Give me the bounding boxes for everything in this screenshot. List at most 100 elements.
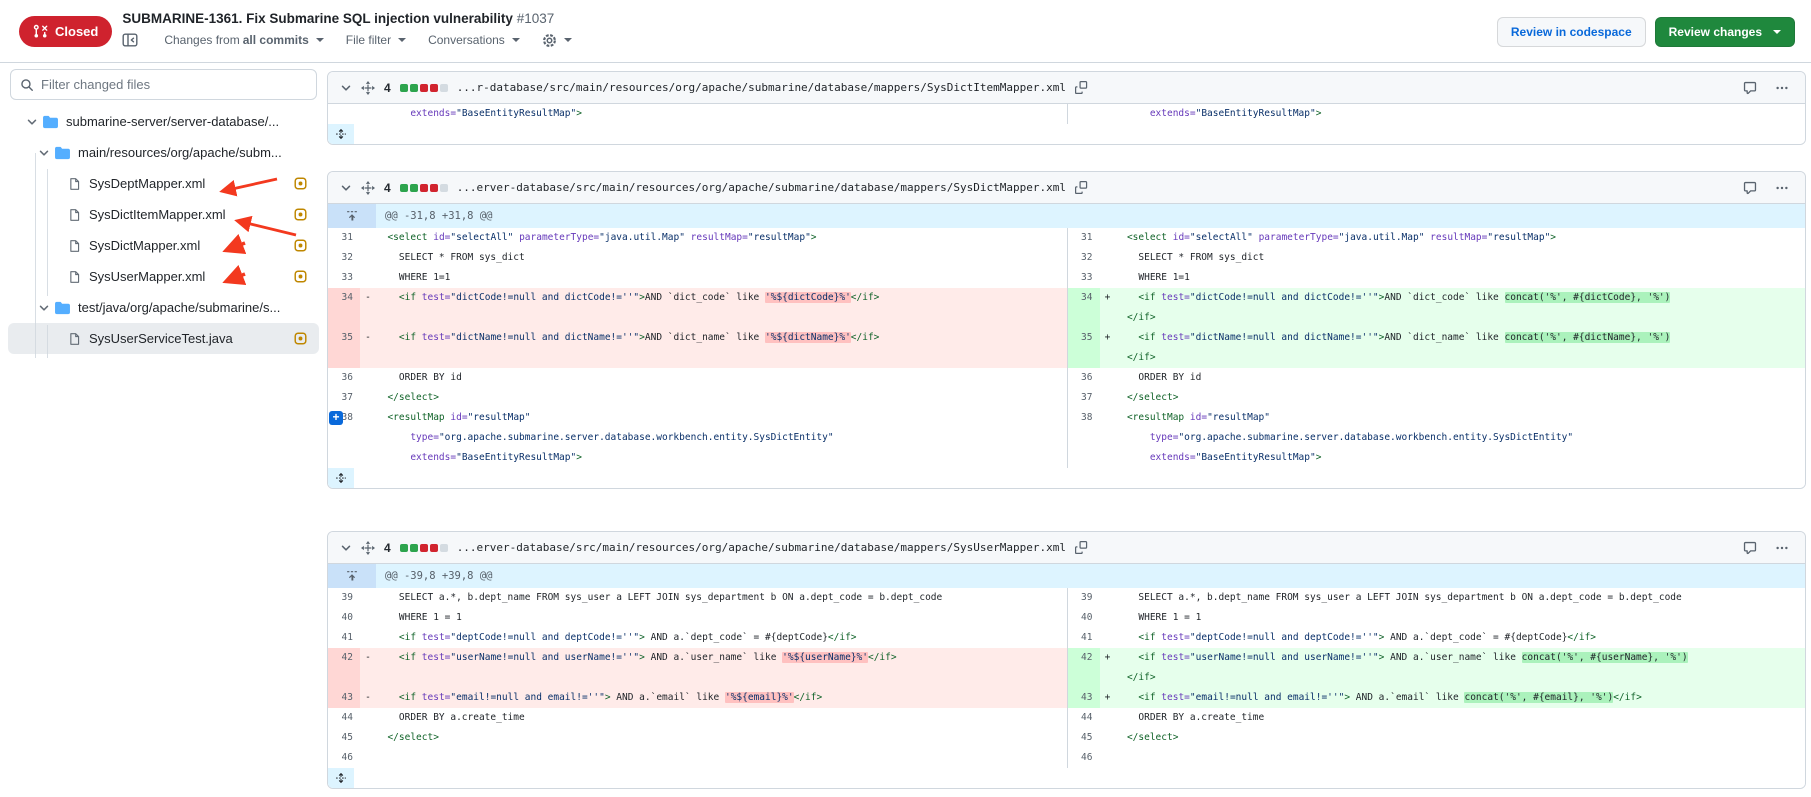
code-line: <if test="deptCode!=null and deptCode!='… <box>1116 628 1806 648</box>
line-number-old[interactable]: 42 <box>328 648 360 668</box>
code-line: <select id="selectAll" parameterType="ja… <box>1116 228 1806 248</box>
comment-icon[interactable] <box>1743 541 1757 555</box>
line-number-old[interactable] <box>328 428 360 448</box>
collapse-file-chevron-icon[interactable] <box>340 82 352 94</box>
tree-folder-item[interactable]: test/java/org/apache/submarine/s... <box>8 292 319 323</box>
tree-folder-item[interactable]: submarine-server/server-database/... <box>8 106 319 137</box>
expand-diff-button[interactable] <box>328 468 354 488</box>
line-number-right[interactable] <box>1068 668 1100 688</box>
file-path: ...erver-database/src/main/resources/org… <box>457 181 1066 194</box>
diff-sign <box>1100 368 1116 388</box>
conversations-dropdown[interactable]: Conversations <box>428 33 520 47</box>
copy-path-icon[interactable] <box>1075 541 1088 554</box>
line-number-old[interactable]: 34 <box>328 288 360 308</box>
kebab-menu-icon[interactable] <box>1775 541 1789 555</box>
drag-file-handle-icon[interactable] <box>361 81 375 95</box>
line-number-right[interactable]: 33 <box>1068 268 1100 288</box>
line-number-old[interactable]: 39 <box>328 588 360 608</box>
filter-changed-files-input[interactable] <box>11 70 316 99</box>
line-number-right[interactable]: 44 <box>1068 708 1100 728</box>
file-filter-dropdown[interactable]: File filter <box>346 33 406 47</box>
line-number-old[interactable]: 40 <box>328 608 360 628</box>
line-number-right[interactable]: 32 <box>1068 248 1100 268</box>
line-number-old[interactable]: 46 <box>328 748 360 768</box>
line-number-right[interactable]: 43 <box>1068 688 1100 708</box>
expand-diff-button[interactable] <box>328 124 354 144</box>
chevron-down-icon[interactable] <box>38 302 50 314</box>
line-number-right[interactable]: 38 <box>1068 408 1100 428</box>
tree-file-item[interactable]: SysDictMapper.xml <box>8 230 319 261</box>
diffstat-square <box>430 544 438 552</box>
line-number-old[interactable] <box>328 104 360 124</box>
drag-file-handle-icon[interactable] <box>361 541 375 555</box>
line-number-old[interactable]: 37 <box>328 388 360 408</box>
line-number-right[interactable] <box>1068 348 1100 368</box>
line-number-old[interactable]: 33 <box>328 268 360 288</box>
line-number-right[interactable]: 45 <box>1068 728 1100 748</box>
diff-sign <box>360 308 376 328</box>
line-number-right[interactable] <box>1068 448 1100 468</box>
chevron-down-icon[interactable] <box>26 116 38 128</box>
expand-strip <box>328 468 1805 488</box>
line-number-old[interactable] <box>328 348 360 368</box>
line-number-right[interactable]: 40 <box>1068 608 1100 628</box>
line-number-old[interactable]: 36 <box>328 368 360 388</box>
line-number-right[interactable]: 31 <box>1068 228 1100 248</box>
review-changes-button[interactable]: Review changes <box>1655 17 1795 47</box>
expand-strip <box>328 768 1805 788</box>
line-number-right[interactable] <box>1068 104 1100 124</box>
collapse-file-chevron-icon[interactable] <box>340 182 352 194</box>
tree-file-item[interactable]: SysDictItemMapper.xml <box>8 199 319 230</box>
kebab-menu-icon[interactable] <box>1775 181 1789 195</box>
line-number-old[interactable] <box>328 668 360 688</box>
line-number-old[interactable] <box>328 448 360 468</box>
tree-folder-item[interactable]: main/resources/org/apache/subm... <box>8 137 319 168</box>
diffstat-square <box>400 184 408 192</box>
diff-right-cell: 38 <resultMap id="resultMap" <box>1067 408 1806 428</box>
add-line-comment-button[interactable]: + <box>329 411 343 425</box>
line-number-old[interactable]: 43 <box>328 688 360 708</box>
line-number-right[interactable] <box>1068 308 1100 328</box>
line-number-right[interactable]: 42 <box>1068 648 1100 668</box>
changes-from-dropdown[interactable]: Changes from all commits <box>164 33 323 47</box>
line-number-old[interactable]: 31 <box>328 228 360 248</box>
collapse-file-chevron-icon[interactable] <box>340 542 352 554</box>
tree-file-item[interactable]: SysUserServiceTest.java <box>8 323 319 354</box>
line-number-old[interactable]: 44 <box>328 708 360 728</box>
expand-hunk-button[interactable] <box>328 564 376 588</box>
line-number-right[interactable]: 39 <box>1068 588 1100 608</box>
file-name: SysDeptMapper.xml <box>89 176 205 191</box>
line-number-old[interactable]: 45 <box>328 728 360 748</box>
line-number-right[interactable]: 34 <box>1068 288 1100 308</box>
diffstat-squares <box>400 544 448 552</box>
sidebar-toggle-button[interactable] <box>122 32 138 48</box>
drag-file-handle-icon[interactable] <box>361 181 375 195</box>
kebab-menu-icon[interactable] <box>1775 81 1789 95</box>
review-in-codespace-button[interactable]: Review in codespace <box>1497 17 1646 47</box>
copy-path-icon[interactable] <box>1075 81 1088 94</box>
diff-sign <box>1100 748 1116 768</box>
tree-file-item[interactable]: SysDeptMapper.xml <box>8 168 319 199</box>
line-number-old[interactable] <box>328 308 360 328</box>
chevron-down-icon[interactable] <box>38 147 50 159</box>
tree-file-item[interactable]: SysUserMapper.xml <box>8 261 319 292</box>
diff-settings-gear-button[interactable] <box>542 33 572 48</box>
line-number-right[interactable]: 37 <box>1068 388 1100 408</box>
diff-sign <box>1100 308 1116 328</box>
file-header: 4...r-database/src/main/resources/org/ap… <box>328 72 1805 104</box>
line-number-right[interactable]: 46 <box>1068 748 1100 768</box>
line-number-old[interactable]: 32 <box>328 248 360 268</box>
diff-sign <box>1100 588 1116 608</box>
line-number-old[interactable]: 41 <box>328 628 360 648</box>
expand-diff-button[interactable] <box>328 768 354 788</box>
copy-path-icon[interactable] <box>1075 181 1088 194</box>
diff-row: 44 ORDER BY a.create_time44 ORDER BY a.c… <box>328 708 1805 728</box>
line-number-right[interactable] <box>1068 428 1100 448</box>
line-number-right[interactable]: 35 <box>1068 328 1100 348</box>
comment-icon[interactable] <box>1743 181 1757 195</box>
line-number-right[interactable]: 36 <box>1068 368 1100 388</box>
line-number-old[interactable]: 35 <box>328 328 360 348</box>
line-number-right[interactable]: 41 <box>1068 628 1100 648</box>
comment-icon[interactable] <box>1743 81 1757 95</box>
expand-hunk-button[interactable] <box>328 204 376 228</box>
